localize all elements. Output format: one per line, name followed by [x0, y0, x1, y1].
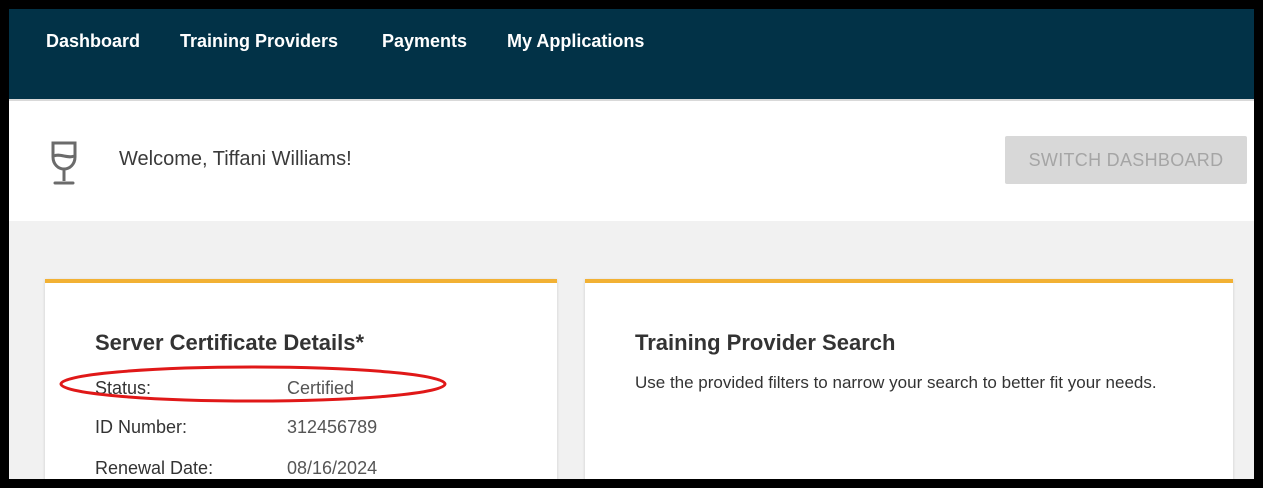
status-label: Status:	[95, 378, 152, 398]
nav-dashboard[interactable]: Dashboard	[46, 29, 140, 53]
nav-training-providers[interactable]: Training Providers	[180, 29, 338, 53]
provider-search-card: Training Provider Search Use the provide…	[585, 279, 1233, 479]
renewal-date-label: Renewal Date:	[95, 458, 214, 478]
nav-my-applications[interactable]: My Applications	[507, 29, 644, 53]
switch-dashboard-button[interactable]: SWITCH DASHBOARD	[1005, 136, 1247, 184]
certificate-card-title: Server Certificate Details*	[95, 330, 365, 355]
id-number-value: 312456789	[287, 417, 378, 437]
id-number-row: ID Number: 312456789	[95, 414, 515, 440]
provider-search-title: Training Provider Search	[635, 330, 896, 355]
provider-search-description: Use the provided filters to narrow your …	[635, 373, 1157, 392]
top-nav: Dashboard Training Providers Payments My…	[9, 9, 1254, 101]
app-frame: Dashboard Training Providers Payments My…	[9, 9, 1254, 479]
renewal-date-value: 08/16/2024	[287, 458, 378, 478]
welcome-bar: Welcome, Tiffani Williams! SWITCH DASHBO…	[9, 101, 1254, 221]
renewal-date-row: Renewal Date: 08/16/2024	[95, 455, 515, 479]
status-value: Certified	[287, 378, 355, 398]
id-number-label: ID Number:	[95, 417, 188, 437]
welcome-message: Welcome, Tiffani Williams!	[119, 148, 352, 170]
status-row: Status: Certified	[95, 375, 515, 401]
nav-payments[interactable]: Payments	[382, 29, 467, 53]
certificate-card: Server Certificate Details* Status: Cert…	[45, 279, 557, 479]
wine-glass-icon	[51, 141, 77, 185]
